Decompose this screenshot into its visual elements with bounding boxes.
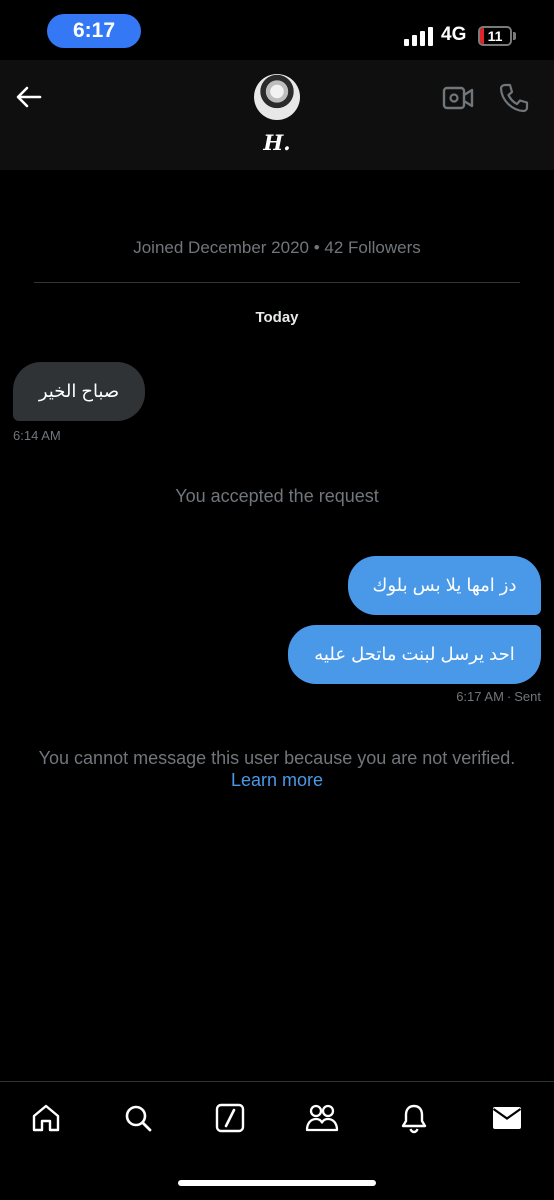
battery-icon: 11 xyxy=(478,26,512,46)
tab-messages[interactable] xyxy=(484,1095,530,1141)
outgoing-message-bubble[interactable]: دز امها يلا بس بلوك xyxy=(348,556,541,615)
tab-notifications[interactable] xyxy=(391,1095,437,1141)
battery-cap xyxy=(513,32,516,40)
video-camera-icon xyxy=(442,86,474,110)
restriction-notice: You cannot message this user because you… xyxy=(0,747,554,791)
learn-more-link[interactable]: Learn more xyxy=(231,770,323,790)
message-status: Sent xyxy=(514,689,541,704)
divider xyxy=(34,282,520,283)
notifications-icon xyxy=(401,1104,427,1134)
message-timestamp: 6:17 AM xyxy=(456,689,504,704)
back-arrow-icon xyxy=(16,86,42,108)
communities-icon xyxy=(305,1104,339,1132)
message-meta: 6:17 AM · Sent xyxy=(456,689,541,704)
profile-meta: Joined December 2020 • 42 Followers xyxy=(133,238,421,257)
voice-call-button[interactable] xyxy=(498,82,530,114)
avatar[interactable] xyxy=(254,74,300,120)
status-time: 6:17 xyxy=(47,14,141,48)
home-indicator[interactable] xyxy=(178,1180,376,1186)
system-message: You accepted the request xyxy=(175,486,379,506)
tab-home[interactable] xyxy=(23,1095,69,1141)
tab-grok[interactable] xyxy=(207,1095,253,1141)
search-icon xyxy=(125,1105,152,1132)
phone-icon xyxy=(499,83,529,113)
home-icon xyxy=(32,1104,60,1132)
outgoing-message-bubble[interactable]: احد يرسل لبنت ماتحل عليه xyxy=(288,625,541,684)
meta-separator: · xyxy=(506,689,512,704)
contact-name[interactable]: H. xyxy=(0,130,554,155)
incoming-message-bubble[interactable]: صباح الخير xyxy=(13,362,145,421)
tab-communities[interactable] xyxy=(299,1095,345,1141)
message-timestamp: 6:14 AM xyxy=(13,428,61,443)
cellular-signal-icon xyxy=(404,24,436,46)
divider xyxy=(0,1081,554,1082)
back-button[interactable] xyxy=(14,82,44,112)
grok-icon xyxy=(215,1103,245,1133)
network-type: 4G xyxy=(441,24,467,45)
restriction-text: You cannot message this user because you… xyxy=(38,748,516,768)
date-separator: Today xyxy=(255,309,299,326)
tab-search[interactable] xyxy=(115,1095,161,1141)
video-call-button[interactable] xyxy=(442,85,474,111)
messages-icon xyxy=(492,1107,522,1129)
battery-percentage: 11 xyxy=(487,28,503,44)
